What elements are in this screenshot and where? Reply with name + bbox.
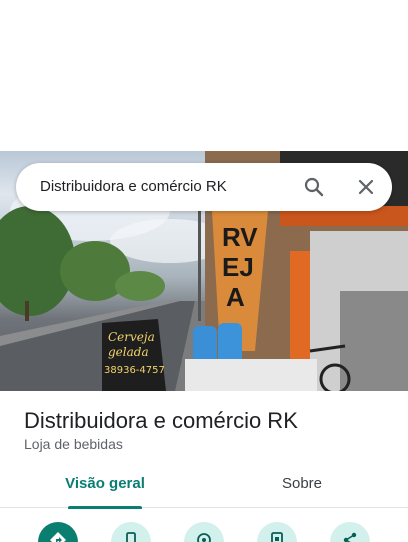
search-icon[interactable]: [302, 175, 326, 199]
svg-text:RV: RV: [222, 222, 258, 252]
location-button[interactable]: [184, 522, 224, 542]
location-icon: [197, 533, 211, 542]
tab-about-label: Sobre: [281, 475, 323, 492]
search-bar[interactable]: Distribuidora e comércio RK: [16, 163, 392, 211]
svg-text:A: A: [226, 282, 245, 312]
directions-button[interactable]: [38, 522, 78, 542]
active-tab-indicator: [68, 506, 142, 509]
map-blank-area: [0, 0, 408, 151]
tab-bar: Visão geral Sobre: [0, 466, 408, 509]
tab-about[interactable]: Sobre: [232, 466, 372, 508]
save-icon: [271, 532, 283, 542]
phone-button[interactable]: [111, 522, 151, 542]
save-button[interactable]: [257, 522, 297, 542]
place-category[interactable]: Loja de bebidas: [24, 436, 123, 452]
action-buttons-row: [0, 520, 408, 542]
svg-text:38936-4757: 38936-4757: [104, 365, 165, 376]
place-title: Distribuidora e comércio RK: [24, 408, 298, 433]
svg-text:Cerveja: Cerveja: [108, 330, 155, 344]
share-button[interactable]: [330, 522, 370, 542]
svg-text:gelada: gelada: [108, 345, 149, 359]
tab-overview-label: Visão geral: [65, 475, 145, 492]
directions-icon: [50, 532, 66, 542]
search-input[interactable]: Distribuidora e comércio RK: [40, 163, 227, 211]
tab-overview[interactable]: Visão geral: [34, 466, 176, 509]
phone-icon: [126, 532, 136, 542]
share-icon: [343, 532, 357, 542]
svg-text:EJ: EJ: [222, 252, 254, 282]
close-icon[interactable]: [354, 175, 378, 199]
